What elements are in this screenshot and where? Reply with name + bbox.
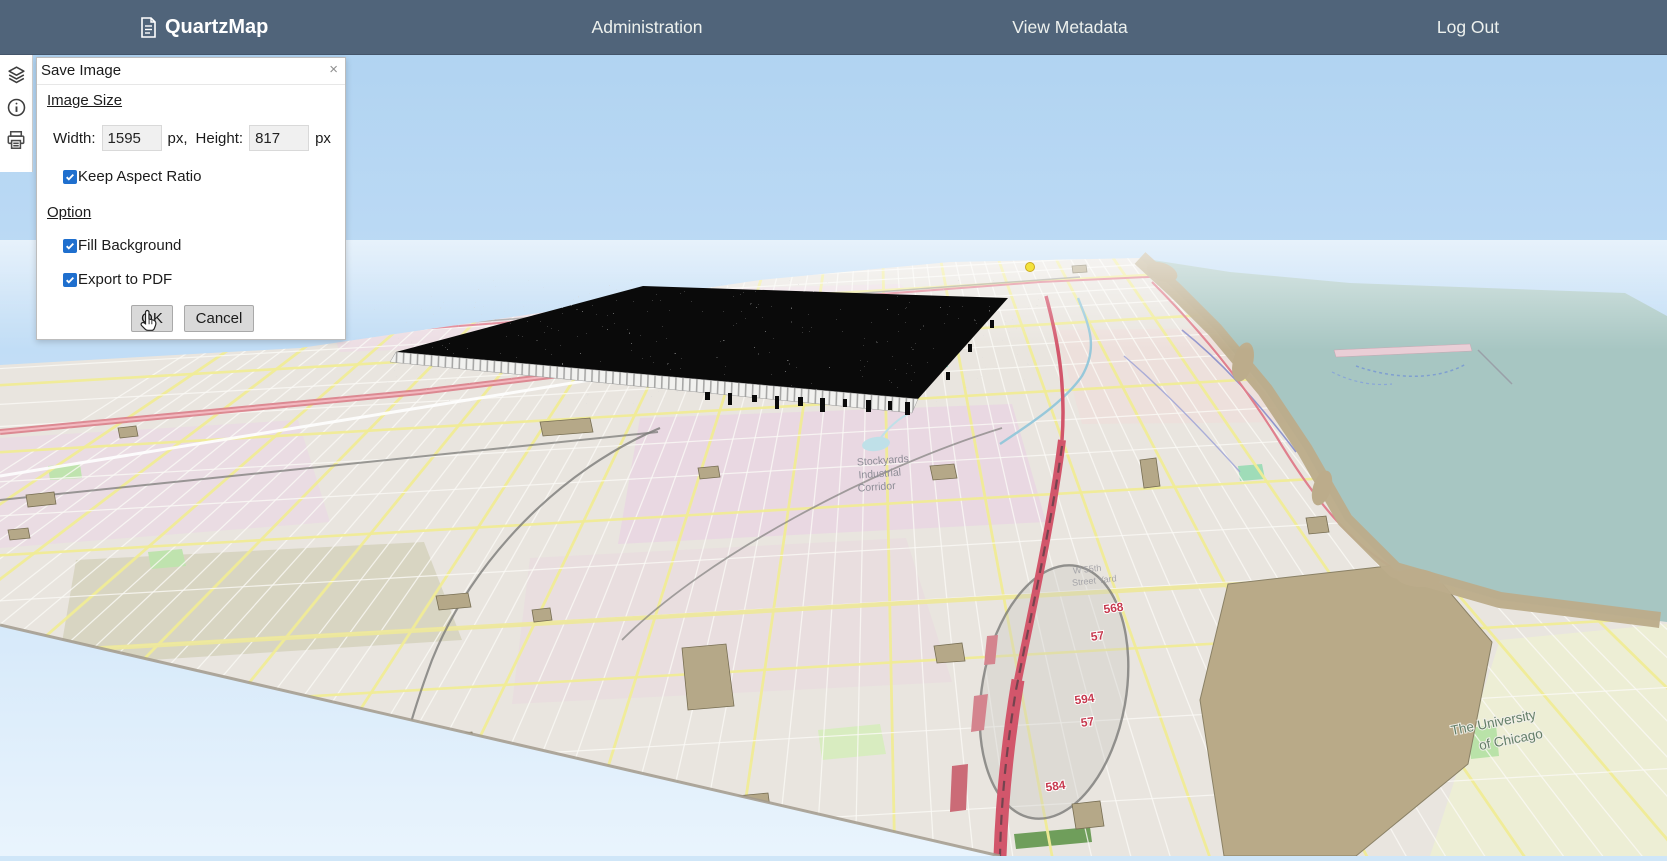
dialog-buttons: OK Cancel (131, 305, 345, 332)
fill-background-label: Fill Background (78, 237, 181, 254)
export-pdf-label: Export to PDF (78, 271, 172, 288)
layers-tool-button[interactable] (4, 62, 28, 86)
check-icon (65, 275, 75, 285)
nav-log-out[interactable]: Log Out (1437, 0, 1499, 54)
height-input[interactable] (249, 125, 309, 151)
svg-text:568: 568 (1103, 600, 1125, 617)
keep-aspect-row: Keep Aspect Ratio (63, 168, 345, 185)
width-unit: px, (168, 130, 188, 147)
brand[interactable]: QuartzMap (140, 0, 268, 54)
width-input[interactable] (102, 125, 162, 151)
brand-label: QuartzMap (165, 16, 268, 39)
map-marker[interactable] (1026, 263, 1035, 272)
svg-text:57: 57 (1090, 628, 1105, 644)
fill-background-checkbox[interactable] (63, 239, 77, 253)
info-icon (6, 97, 27, 118)
layers-icon (6, 64, 27, 85)
svg-text:584: 584 (1045, 778, 1067, 795)
dialog-close-icon[interactable]: × (329, 61, 338, 78)
keep-aspect-label: Keep Aspect Ratio (78, 168, 201, 185)
export-pdf-row: Export to PDF (63, 271, 345, 288)
cancel-button[interactable]: Cancel (184, 305, 254, 332)
size-row: Width: px, Height: px (53, 125, 345, 151)
height-unit: px (315, 130, 331, 147)
width-label: Width: (53, 130, 96, 147)
svg-text:57: 57 (1080, 714, 1095, 730)
top-navbar: QuartzMap Administration View Metadata L… (0, 0, 1667, 55)
map-toolbar (0, 54, 33, 172)
save-image-dialog: Save Image × Image Size Width: px, Heigh… (36, 57, 346, 340)
nav-administration[interactable]: Administration (592, 0, 703, 54)
document-icon (140, 17, 157, 38)
print-tool-button[interactable] (4, 128, 28, 152)
height-label: Height: (196, 130, 244, 147)
fill-background-row: Fill Background (63, 237, 345, 254)
keep-aspect-checkbox[interactable] (63, 170, 77, 184)
option-heading: Option (47, 204, 91, 221)
export-pdf-checkbox[interactable] (63, 273, 77, 287)
print-icon (5, 129, 27, 151)
image-size-heading: Image Size (47, 92, 122, 109)
check-icon (65, 172, 75, 182)
nav-view-metadata[interactable]: View Metadata (1012, 0, 1127, 54)
dialog-title-text: Save Image (41, 62, 121, 79)
svg-text:594: 594 (1074, 691, 1096, 708)
dialog-title: Save Image × (37, 58, 345, 85)
identify-tool-button[interactable] (4, 95, 28, 119)
ok-button[interactable]: OK (131, 305, 173, 332)
check-icon (65, 241, 75, 251)
